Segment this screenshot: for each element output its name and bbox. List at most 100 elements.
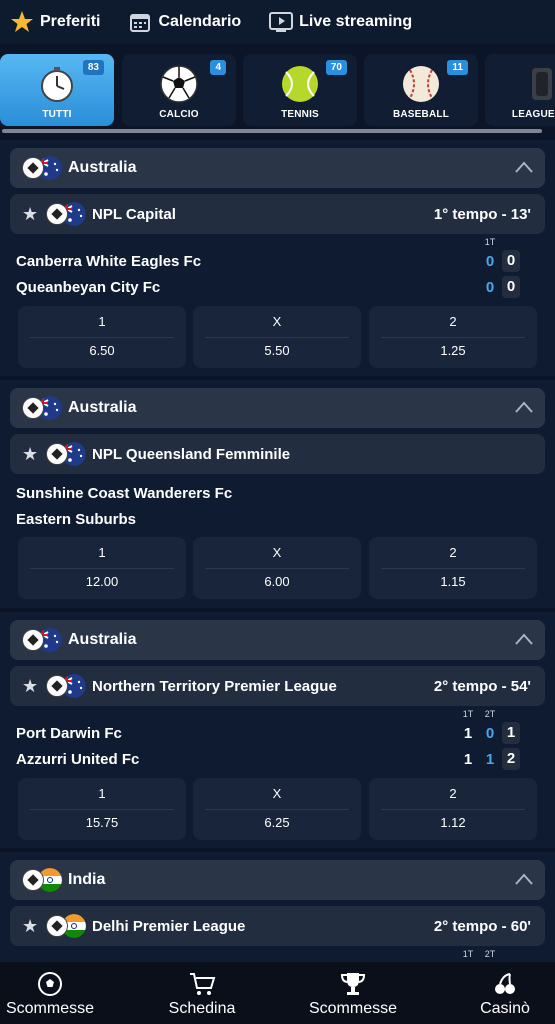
country-name: India [68,871,106,888]
odds-button-away[interactable]: 2 1.12 [369,778,537,840]
away-team[interactable]: Azzurri United Fc [16,751,139,768]
sport-filter-bar: 83 TUTTI 4 CALCIO 70 TENNIS 11 BASEBALL … [0,52,555,132]
chevron-up-icon[interactable] [515,160,533,174]
period-label-1t: 1T [462,949,474,959]
odds-value: 6.00 [264,574,290,589]
chevron-up-icon[interactable] [515,632,533,646]
calendar-label: Calendario [158,13,242,30]
soccer-ball-icon [46,675,68,697]
sport-tile-tennis[interactable]: 70 TENNIS [243,54,357,126]
sport-tile-label: CALCIO [159,109,199,120]
odds-value: 15.75 [85,815,119,830]
away-team[interactable]: Eastern Suburbs [16,511,136,528]
country-name: Australia [68,631,137,648]
live-streaming-link[interactable]: Live streaming [269,10,412,34]
competition-flags [46,202,86,226]
odds-button-home[interactable]: 1 15.75 [18,778,186,840]
odds-divider [30,337,174,338]
odds-divider [381,337,525,338]
home-team[interactable]: Sunshine Coast Wanderers Fc [16,485,232,502]
odds-divider [205,568,349,569]
soccer-ball-icon [46,915,68,937]
count-badge: 11 [447,60,468,75]
odds-key: 1 [98,545,106,560]
country-section: Australia ★ NPL Capital 1° tempo - 13' 1… [0,140,555,376]
odds-divider [381,568,525,569]
match-status: 2° tempo - 60' [433,917,531,935]
home-team[interactable]: Canberra White Eagles Fc [16,253,201,270]
odds-button-draw[interactable]: X 6.00 [193,537,361,599]
competition-header[interactable]: ★ NPL Capital 1° tempo - 13' [10,194,545,234]
odds-button-away[interactable]: 2 1.15 [369,537,537,599]
country-flags [22,868,62,892]
favorite-star-icon[interactable]: ★ [22,916,46,937]
country-flags [22,156,62,180]
nav-schedina[interactable]: Schedina [152,970,252,1018]
competition-header[interactable]: ★ Delhi Premier League 2° tempo - 60' [10,906,545,946]
soccer-ball-icon [22,397,44,419]
odds-button-draw[interactable]: X 6.25 [193,778,361,840]
competition-name: NPL Queensland Femminile [92,445,291,463]
competition-header[interactable]: ★ Northern Territory Premier League 2° t… [10,666,545,706]
home-team[interactable]: Port Darwin Fc [16,725,122,742]
odds-value: 5.50 [264,343,290,358]
match-status: 1° tempo - 13' [433,205,531,223]
odds-value: 12.00 [85,574,119,589]
odds-key: 2 [449,786,457,801]
sport-tile-label: BASEBALL [392,109,450,120]
nav-label: Scommesse [308,1000,398,1017]
trophy-icon [340,973,366,995]
country-header[interactable]: Australia [10,388,545,428]
favorite-star-icon[interactable]: ★ [22,204,46,225]
away-team[interactable]: Queanbeyan City Fc [16,279,160,296]
home-score-total: 0 [502,250,520,272]
odds-key: 1 [98,786,106,801]
odds-button-home[interactable]: 1 6.50 [18,306,186,368]
sport-tile-baseball[interactable]: 11 BASEBALL [364,54,478,126]
favorite-star-icon[interactable]: ★ [22,444,46,465]
competition-name: Delhi Premier League [92,917,246,935]
country-flags [22,396,62,420]
chevron-up-icon[interactable] [515,400,533,414]
sport-tile-label: TUTTI [42,109,72,120]
home-score-1t: 0 [485,253,495,270]
competition-header[interactable]: ★ NPL Queensland Femminile [10,434,545,474]
live-streaming-label: Live streaming [299,13,413,30]
soccer-ball-icon [46,443,68,465]
favorites-link[interactable]: Preferiti [10,10,100,34]
nav-scommesse-trophy[interactable]: Scommesse [303,970,403,1018]
away-score-1t: 0 [485,279,495,296]
competition-name: Northern Territory Premier League [92,677,337,695]
nav-scommesse-sport[interactable]: Scommesse [0,970,100,1018]
calendar-link[interactable]: Calendario [128,10,241,34]
country-header[interactable]: Australia [10,620,545,660]
horizontal-scrollbar[interactable] [2,129,542,133]
nav-casino[interactable]: Casinò [455,970,555,1018]
away-score-1t: 1 [463,751,473,768]
country-header[interactable]: Australia [10,148,545,188]
star-icon [10,10,34,34]
chevron-up-icon[interactable] [515,872,533,886]
sport-tile-tutti[interactable]: 83 TUTTI [0,54,114,126]
period-label-1t: 1T [462,709,474,719]
nav-label: Schedina [168,1000,236,1017]
country-name: Australia [68,159,137,176]
sport-tile-league-of-legends[interactable]: LEAGUE OF [485,54,555,126]
period-label-2t: 2T [484,949,496,959]
cherries-icon [495,973,515,994]
odds-divider [381,809,525,810]
competition-flags [46,914,86,938]
nav-label: Casinò [480,1000,530,1017]
country-header[interactable]: India [10,860,545,900]
away-score-total: 2 [502,748,520,770]
home-score-2t: 0 [485,725,495,742]
favorites-label: Preferiti [40,13,101,30]
odds-value: 1.12 [440,815,466,830]
odds-button-home[interactable]: 1 12.00 [18,537,186,599]
sport-tile-calcio[interactable]: 4 CALCIO [122,54,236,126]
odds-button-away[interactable]: 2 1.25 [369,306,537,368]
odds-key: 2 [449,545,457,560]
odds-button-draw[interactable]: X 5.50 [193,306,361,368]
odds-key: 2 [449,314,457,329]
favorite-star-icon[interactable]: ★ [22,676,46,697]
